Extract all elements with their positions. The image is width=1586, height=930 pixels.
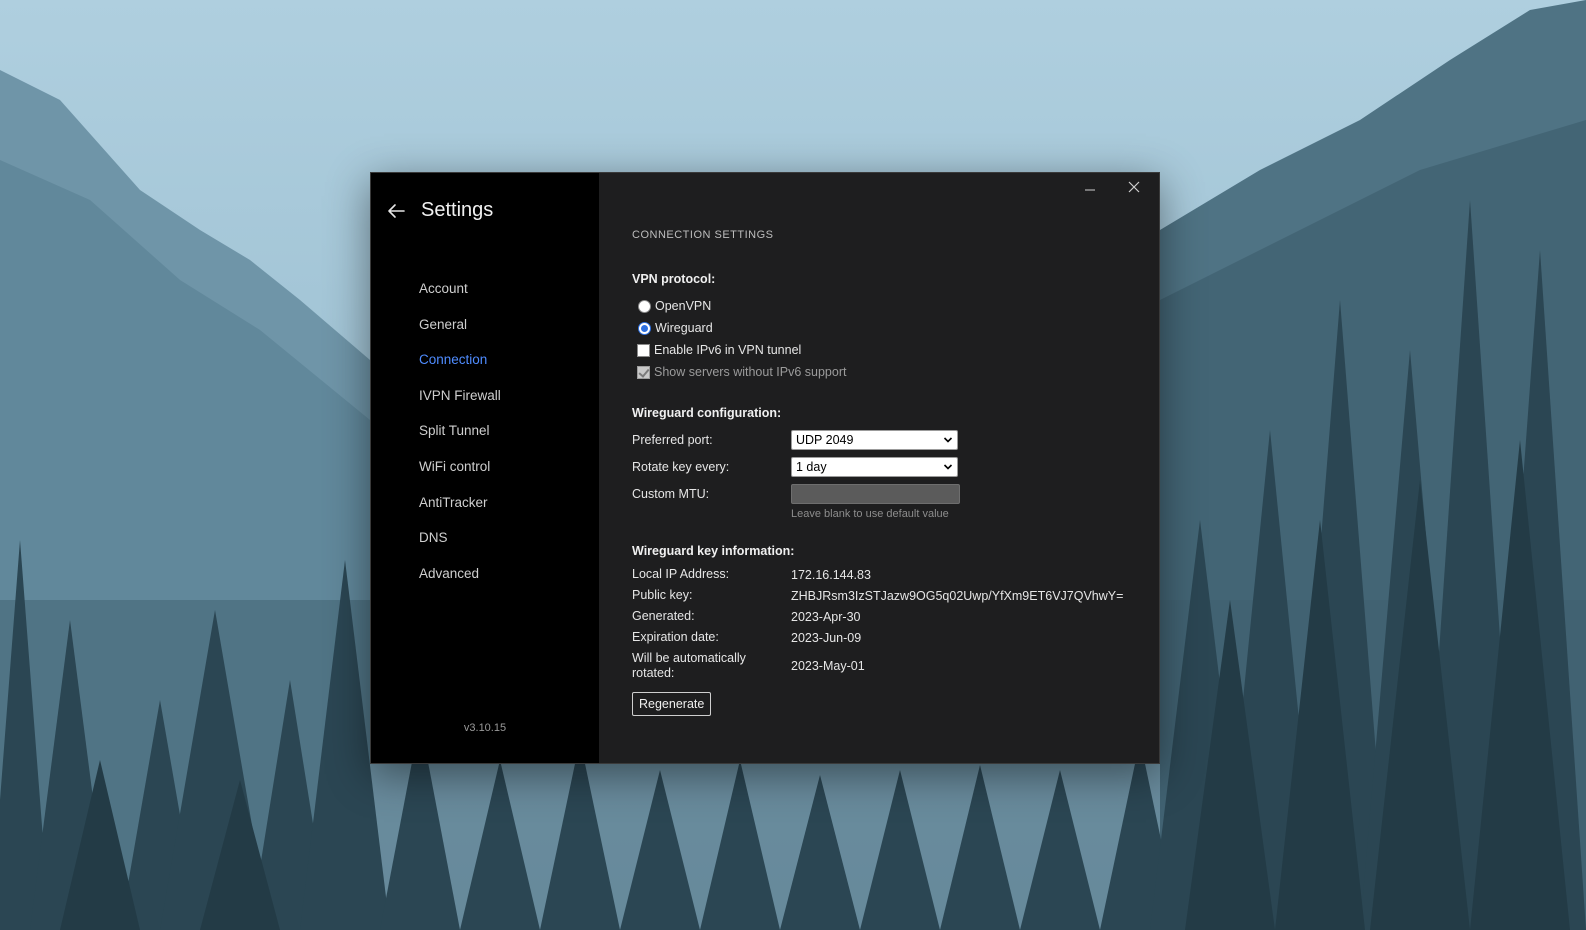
preferred-port-value: UDP 2049 bbox=[796, 432, 854, 447]
settings-window: Settings Account General Connection IVPN… bbox=[370, 172, 1160, 764]
show-servers-without-ipv6-option: Show servers without IPv6 support bbox=[632, 361, 1139, 383]
regenerate-button[interactable]: Regenerate bbox=[632, 692, 712, 716]
sidebar-item-account[interactable]: Account bbox=[419, 271, 501, 307]
wireguard-key-heading: Wireguard key information: bbox=[632, 544, 795, 558]
openvpn-radio[interactable] bbox=[638, 299, 651, 313]
connection-settings-panel: CONNECTION SETTINGS VPN protocol: OpenVP… bbox=[599, 173, 1159, 763]
minimize-button[interactable] bbox=[1075, 177, 1105, 197]
app-version: v3.10.15 bbox=[463, 722, 507, 734]
show-servers-without-ipv6-label: Show servers without IPv6 support bbox=[654, 365, 847, 379]
vpn-protocol-heading: VPN protocol: bbox=[632, 272, 716, 286]
sidebar-header: Settings bbox=[385, 199, 493, 222]
sidebar-item-ivpn-firewall[interactable]: IVPN Firewall bbox=[419, 378, 501, 414]
sidebar-item-wifi-control[interactable]: WiFi control bbox=[419, 449, 501, 485]
sidebar-item-split-tunnel[interactable]: Split Tunnel bbox=[419, 413, 501, 449]
wireguard-label: Wireguard bbox=[655, 321, 713, 335]
local-ip-row: Local IP Address: 172.16.144.83 bbox=[632, 564, 1139, 585]
expiration-label: Expiration date: bbox=[632, 630, 719, 644]
section-title: CONNECTION SETTINGS bbox=[632, 229, 774, 241]
local-ip-value: 172.16.144.83 bbox=[791, 567, 871, 582]
settings-title: Settings bbox=[421, 199, 494, 221]
auto-rotate-label: Will be automatically rotated: bbox=[632, 651, 746, 680]
close-button[interactable] bbox=[1119, 177, 1149, 197]
sidebar-item-antitracker[interactable]: AntiTracker bbox=[419, 485, 501, 521]
generated-row: Generated: 2023-Apr-30 bbox=[632, 606, 1139, 627]
chevron-down-icon bbox=[943, 436, 953, 443]
back-arrow-icon[interactable] bbox=[385, 200, 407, 222]
enable-ipv6-option[interactable]: Enable IPv6 in VPN tunnel bbox=[632, 339, 1139, 361]
custom-mtu-row: Custom MTU: bbox=[632, 480, 1139, 507]
custom-mtu-input[interactable] bbox=[791, 483, 960, 504]
openvpn-label: OpenVPN bbox=[655, 299, 712, 313]
auto-rotate-value: 2023-May-01 bbox=[791, 659, 865, 673]
wireguard-radio[interactable] bbox=[638, 321, 651, 335]
public-key-value: ZHBJRsm3IzSTJazw9OG5q02Uwp/YfXm9ET6VJ7QV… bbox=[791, 588, 1124, 603]
show-servers-without-ipv6-checkbox bbox=[637, 365, 650, 379]
rotate-key-label: Rotate key every: bbox=[632, 459, 730, 474]
generated-value: 2023-Apr-30 bbox=[791, 609, 861, 624]
settings-nav: Account General Connection IVPN Firewall… bbox=[419, 271, 501, 591]
settings-content: CONNECTION SETTINGS VPN protocol: OpenVP… bbox=[632, 229, 1139, 716]
settings-sidebar: Settings Account General Connection IVPN… bbox=[371, 173, 599, 763]
sidebar-item-advanced[interactable]: Advanced bbox=[419, 556, 501, 592]
public-key-row: Public key: ZHBJRsm3IzSTJazw9OG5q02Uwp/Y… bbox=[632, 585, 1139, 606]
enable-ipv6-label: Enable IPv6 in VPN tunnel bbox=[654, 343, 802, 357]
preferred-port-row: Preferred port: UDP 2049 bbox=[632, 426, 1139, 453]
custom-mtu-hint: Leave blank to use default value bbox=[791, 508, 949, 520]
rotate-key-select[interactable]: 1 day bbox=[791, 456, 958, 477]
chevron-down-icon bbox=[943, 463, 953, 470]
minimize-icon bbox=[1085, 189, 1095, 191]
wireguard-config-heading: Wireguard configuration: bbox=[632, 406, 782, 420]
local-ip-label: Local IP Address: bbox=[632, 567, 730, 581]
generated-label: Generated: bbox=[632, 609, 695, 623]
protocol-option-wireguard[interactable]: Wireguard bbox=[632, 317, 1139, 339]
expiration-row: Expiration date: 2023-Jun-09 bbox=[632, 627, 1139, 648]
public-key-label: Public key: bbox=[632, 588, 693, 602]
close-icon bbox=[1128, 181, 1140, 193]
window-controls bbox=[1075, 177, 1149, 197]
rotate-key-value: 1 day bbox=[796, 459, 827, 474]
enable-ipv6-checkbox[interactable] bbox=[637, 343, 650, 357]
auto-rotate-row: Will be automatically rotated: 2023-May-… bbox=[632, 648, 1139, 684]
protocol-option-openvpn[interactable]: OpenVPN bbox=[632, 295, 1139, 317]
custom-mtu-label: Custom MTU: bbox=[632, 486, 710, 501]
rotate-key-row: Rotate key every: 1 day bbox=[632, 453, 1139, 480]
expiration-value: 2023-Jun-09 bbox=[791, 630, 862, 645]
preferred-port-select[interactable]: UDP 2049 bbox=[791, 429, 958, 450]
sidebar-item-connection[interactable]: Connection bbox=[419, 342, 501, 378]
sidebar-item-dns[interactable]: DNS bbox=[419, 520, 501, 556]
preferred-port-label: Preferred port: bbox=[632, 432, 713, 447]
sidebar-item-general[interactable]: General bbox=[419, 307, 501, 343]
